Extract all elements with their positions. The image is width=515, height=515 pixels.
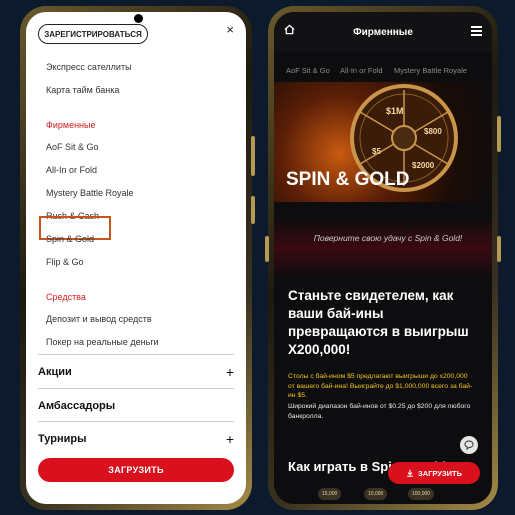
plus-icon[interactable]: +: [226, 431, 234, 447]
menu-item-all-in-or-fold[interactable]: All-In or Fold: [46, 165, 97, 175]
menu-item-deposit-withdraw[interactable]: Депозит и вывод средств: [46, 314, 152, 324]
home-icon[interactable]: [284, 24, 295, 35]
chat-icon: [464, 440, 474, 450]
menu-item-timebank-card[interactable]: Карта тайм банка: [46, 85, 119, 95]
accordion-label: Акции: [38, 365, 72, 378]
chat-button[interactable]: [460, 436, 478, 454]
plus-icon[interactable]: +: [226, 364, 234, 380]
register-button[interactable]: ЗАРЕГИСТРИРОВАТЬСЯ: [38, 24, 148, 44]
side-button: [265, 236, 269, 262]
menu-item-flip-go[interactable]: Flip & Go: [46, 257, 84, 267]
accordion-ambassadors[interactable]: Амбассадоры: [38, 388, 234, 422]
banner-text: Поверните свою удачу с Spin & Gold!: [313, 233, 463, 243]
wheel-label: $800: [424, 127, 442, 136]
accordion-label: Турниры: [38, 432, 87, 445]
side-button: [497, 116, 501, 152]
right-phone: Фирменные AoF Sit & Go All-In or Fold My…: [265, 6, 501, 510]
menu-item-real-money-poker[interactable]: Покер на реальные деньги: [46, 337, 159, 347]
subnav-all-in-or-fold[interactable]: All-In or Fold: [340, 66, 383, 75]
chip-badge: 15,000: [318, 488, 342, 500]
camera-notch: [134, 14, 143, 23]
hero-title: SPIN & GOLD: [286, 169, 410, 190]
headline: Станьте свидетелем, как ваши бай-ины пре…: [288, 288, 469, 357]
accordion-promotions[interactable]: Акции +: [38, 354, 234, 388]
subnav-mystery-battle-royale[interactable]: Mystery Battle Royale: [394, 66, 467, 75]
promo-text-secondary: Широкий диапазон бай-инов от $0.25 до $2…: [288, 403, 471, 420]
menu-item-aof-sit-go[interactable]: AoF Sit & Go: [46, 142, 99, 152]
wheel-label: $1M: [386, 106, 404, 116]
side-button: [497, 236, 501, 262]
section-heading-funds: Средства: [46, 292, 86, 302]
side-button: [251, 196, 255, 224]
accordion-tournaments[interactable]: Турниры +: [38, 421, 234, 455]
chip-badge: 10,000: [364, 488, 388, 500]
side-button: [251, 136, 255, 176]
subnav-aof[interactable]: AoF Sit & Go: [286, 66, 330, 75]
chip-badge: 100,000: [408, 488, 435, 500]
promo-screen: Фирменные AoF Sit & Go All-In or Fold My…: [274, 12, 492, 504]
menu-item-express-satellites[interactable]: Экспресс сателлиты: [46, 62, 132, 72]
left-phone: ЗАРЕГИСТРИРОВАТЬСЯ × Экспресс сателлиты …: [20, 6, 255, 510]
wheel-label: $2000: [412, 161, 435, 170]
menu-screen: ЗАРЕГИСТРИРОВАТЬСЯ × Экспресс сателлиты …: [26, 12, 246, 504]
accordion-label: Амбассадоры: [38, 399, 116, 412]
wheel-label: $5: [372, 147, 381, 156]
section-heading-branded: Фирменные: [46, 120, 96, 130]
promo-text: Столы с бай-ином $5 предлагают выигрыши …: [288, 373, 473, 399]
menu-icon[interactable]: [471, 26, 482, 38]
download-button[interactable]: ЗАГРУЗИТЬ: [38, 458, 234, 482]
menu-item-mystery-battle-royale[interactable]: Mystery Battle Royale: [46, 188, 134, 198]
close-icon[interactable]: ×: [226, 22, 234, 37]
page-title: Фирменные: [353, 26, 413, 38]
download-icon: [407, 469, 413, 477]
download-label: ЗАГРУЗИТЬ: [418, 468, 462, 478]
download-button[interactable]: ЗАГРУЗИТЬ: [388, 462, 480, 484]
top-bar: Фирменные: [274, 12, 492, 52]
banner-strip: [274, 217, 492, 279]
menu-item-spin-gold[interactable]: Spin & Gold: [46, 234, 94, 244]
